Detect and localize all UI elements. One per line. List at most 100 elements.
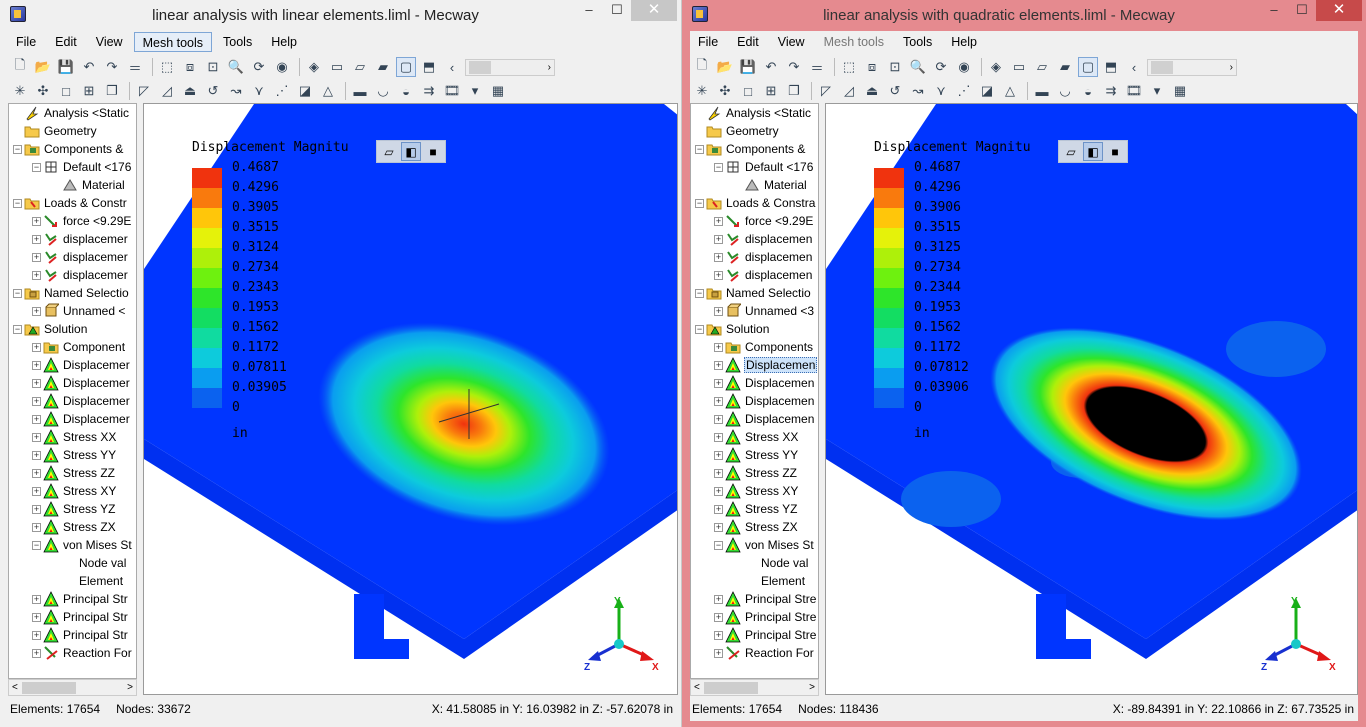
expand-toggle-icon[interactable]: +	[32, 378, 41, 388]
shell-icon[interactable]: ▰	[373, 57, 393, 77]
shaded-view-icon[interactable]: ■	[423, 142, 443, 161]
menu-view[interactable]: View	[88, 32, 131, 52]
film-icon[interactable]: 🎞	[1124, 81, 1144, 101]
tree-item[interactable]: + Stress XX	[32, 428, 117, 446]
title-bar[interactable]: linear analysis with linear elements.lim…	[0, 0, 681, 32]
expand-toggle-icon[interactable]: +	[714, 522, 723, 532]
tree-item[interactable]: + Displacemen	[714, 374, 815, 392]
expand-toggle-icon[interactable]: +	[714, 468, 723, 478]
expand-toggle-icon[interactable]: +	[32, 252, 41, 262]
refine-icon[interactable]: ◸	[816, 81, 836, 101]
load-icon[interactable]: ⇉	[419, 81, 439, 101]
tree-item[interactable]: + force <9.29E	[32, 212, 132, 230]
tree-item[interactable]: − von Mises St	[714, 536, 815, 554]
shell-icon[interactable]: ▰	[1055, 57, 1075, 77]
tree-item[interactable]: + Reaction For	[32, 644, 133, 662]
model-tree[interactable]: Analysis <Static Geometry − Components & − De…	[690, 103, 819, 679]
refine-icon[interactable]: ◸	[134, 81, 154, 101]
surface2-icon[interactable]: ▱	[350, 57, 370, 77]
table-icon[interactable]: ▦	[488, 81, 508, 101]
tree-item[interactable]: + Components	[714, 338, 814, 356]
toolbar-scrollbar[interactable]: ›	[1147, 58, 1237, 76]
menu-file[interactable]: File	[690, 32, 726, 52]
save-icon[interactable]: 💾	[56, 57, 76, 77]
tree-item[interactable]: + Unnamed <	[32, 302, 126, 320]
surface-icon[interactable]: ▭	[1009, 57, 1029, 77]
tree-item[interactable]: Node val	[51, 554, 127, 572]
extrude-icon[interactable]: ⏏	[180, 81, 200, 101]
tree-item[interactable]: + Stress XY	[32, 482, 117, 500]
expand-toggle-icon[interactable]: −	[714, 162, 723, 172]
split-icon[interactable]: ⋰	[954, 81, 974, 101]
load-icon[interactable]: ⇉	[1101, 81, 1121, 101]
line-icon[interactable]: ▬	[350, 81, 370, 101]
copy-icon[interactable]: ❐	[784, 81, 804, 101]
tree-item[interactable]: − Named Selectio	[13, 284, 130, 302]
new-file-icon[interactable]: 🗋	[10, 57, 30, 77]
equal-icon[interactable]: ＝	[125, 57, 145, 77]
box-icon[interactable]: □	[738, 81, 758, 101]
solid-view-icon[interactable]: ◧	[401, 142, 421, 161]
tree-item[interactable]: − Components &	[695, 140, 806, 158]
toolbar-scrollbar[interactable]: ›	[465, 58, 555, 76]
expand-toggle-icon[interactable]: +	[714, 432, 723, 442]
tree-item[interactable]: + displacemer	[32, 266, 129, 284]
scroll-left-icon[interactable]: <	[694, 682, 700, 693]
rotate-icon[interactable]: ⟳	[249, 57, 269, 77]
tree-item[interactable]: + Stress YY	[32, 446, 117, 464]
menu-tools[interactable]: Tools	[215, 32, 260, 52]
sweep-icon[interactable]: ↝	[908, 81, 928, 101]
tree-item[interactable]: Geometry	[695, 122, 780, 140]
mesh-icon[interactable]: ◪	[295, 81, 315, 101]
expand-toggle-icon[interactable]: +	[714, 450, 723, 460]
tree-item[interactable]: + Stress ZZ	[714, 464, 798, 482]
view-front-icon[interactable]: ⬚	[157, 57, 177, 77]
expand-toggle-icon[interactable]: −	[32, 162, 41, 172]
tree-item[interactable]: + Principal Str	[32, 626, 129, 644]
minimize-button[interactable]: –	[575, 0, 603, 21]
cube-icon[interactable]: ▢	[396, 57, 416, 77]
tree-item[interactable]: − von Mises St	[32, 536, 133, 554]
expand-toggle-icon[interactable]: +	[32, 234, 41, 244]
tree-item[interactable]: + displacemen	[714, 266, 813, 284]
expand-toggle-icon[interactable]: +	[32, 450, 41, 460]
graphics-view[interactable]: ▱ ◧ ■ Displacement Magnitu 0.4687 0.4296 0.…	[825, 103, 1358, 695]
sweep-icon[interactable]: ↝	[226, 81, 246, 101]
open-icon[interactable]: 📂	[33, 57, 53, 77]
undo-icon[interactable]: ↶	[79, 57, 99, 77]
expand-toggle-icon[interactable]: +	[714, 648, 723, 658]
tree-item[interactable]: + Stress YZ	[714, 500, 798, 518]
expand-toggle-icon[interactable]: +	[714, 486, 723, 496]
tri-icon[interactable]: △	[318, 81, 338, 101]
mecway-app-icon[interactable]	[10, 6, 26, 22]
expand-toggle-icon[interactable]: −	[32, 540, 41, 550]
revolve-icon[interactable]: ↺	[203, 81, 223, 101]
expand-toggle-icon[interactable]: −	[695, 324, 704, 334]
tree-item[interactable]: + Displacemer	[32, 392, 131, 410]
close-button[interactable]: ✕	[1316, 0, 1362, 21]
title-bar[interactable]: linear analysis with quadratic elements.…	[682, 0, 1366, 32]
solid-view-icon[interactable]: ◧	[1083, 142, 1103, 161]
merge-icon[interactable]: ⋎	[931, 81, 951, 101]
tree-item[interactable]: + Principal Stre	[714, 626, 817, 644]
expand-toggle-icon[interactable]: +	[714, 252, 723, 262]
tree-item[interactable]: Material	[733, 176, 808, 194]
split-icon[interactable]: ⋰	[272, 81, 292, 101]
mesh-icon[interactable]: ◪	[977, 81, 997, 101]
expand-toggle-icon[interactable]: −	[13, 324, 22, 334]
tree-item[interactable]: − Solution	[695, 320, 770, 338]
view-iso-icon[interactable]: ⧈	[862, 57, 882, 77]
expand-toggle-icon[interactable]: −	[695, 144, 704, 154]
tree-item[interactable]: + Component	[32, 338, 126, 356]
menu-help[interactable]: Help	[263, 32, 305, 52]
tree-item[interactable]: − Loads & Constr	[13, 194, 128, 212]
fit-icon[interactable]: ◉	[272, 57, 292, 77]
expand-toggle-icon[interactable]: +	[32, 468, 41, 478]
expand-toggle-icon[interactable]: +	[714, 378, 723, 388]
tree-item[interactable]: + Displacemen	[714, 410, 815, 428]
tree-item[interactable]: − Solution	[13, 320, 88, 338]
arrow-left-icon[interactable]: ‹	[1124, 57, 1144, 77]
menu-edit[interactable]: Edit	[729, 32, 767, 52]
expand-toggle-icon[interactable]: +	[32, 216, 41, 226]
expand-toggle-icon[interactable]: +	[714, 234, 723, 244]
